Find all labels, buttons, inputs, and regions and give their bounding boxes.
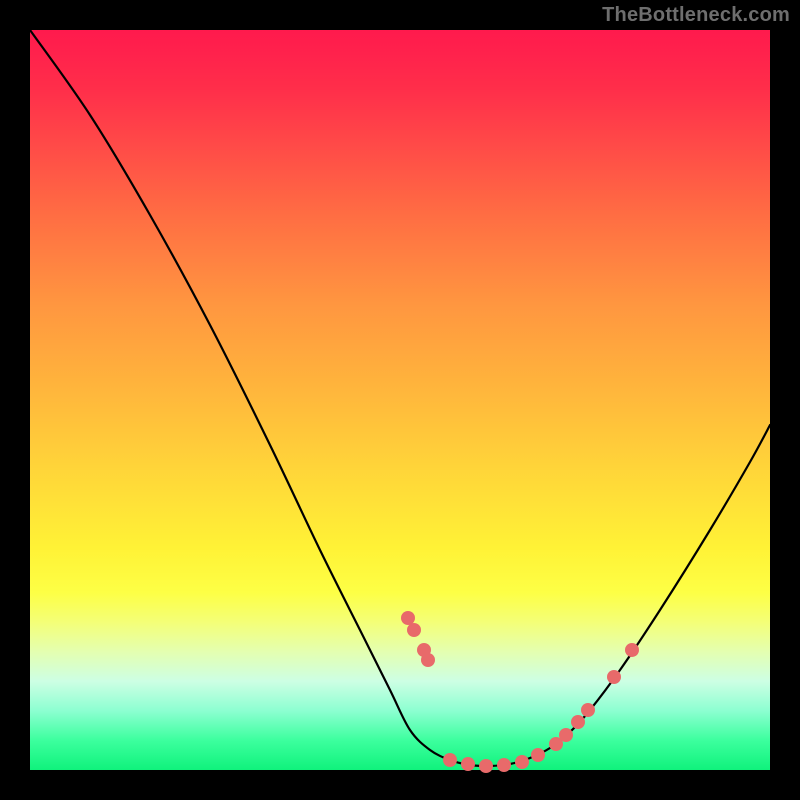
- curve-dot: [607, 670, 621, 684]
- watermark-text: TheBottleneck.com: [602, 4, 790, 27]
- curve-dot: [401, 611, 415, 625]
- curve-dot: [571, 715, 585, 729]
- curve-dot: [531, 748, 545, 762]
- curve-dot: [407, 623, 421, 637]
- curve-dot: [625, 643, 639, 657]
- bottleneck-curve-path: [30, 30, 770, 766]
- curve-dot: [443, 753, 457, 767]
- curve-dot: [461, 757, 475, 771]
- bottleneck-chart-svg: [30, 30, 770, 770]
- curve-dot: [421, 653, 435, 667]
- curve-dot: [497, 758, 511, 772]
- curve-dot: [479, 759, 493, 773]
- curve-dot: [515, 755, 529, 769]
- curve-dot: [559, 728, 573, 742]
- curve-dot: [581, 703, 595, 717]
